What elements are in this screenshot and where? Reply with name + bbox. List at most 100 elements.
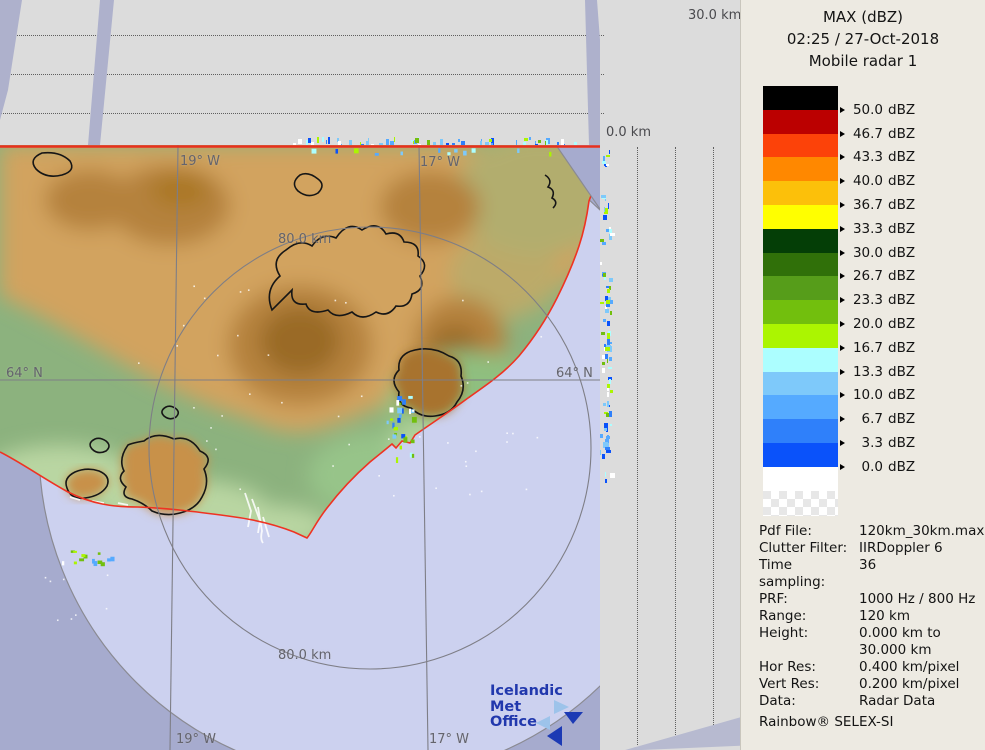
- top-height-profile-panel: 30.0 km 0.0 km: [0, 0, 741, 152]
- echo-speck: [81, 554, 86, 558]
- noise-dot: [62, 578, 65, 581]
- legend-unit: dBZ: [888, 268, 916, 285]
- legend-tick-icon: [840, 416, 845, 423]
- echo-speck: [374, 152, 379, 156]
- legend-unit: dBZ: [888, 387, 916, 404]
- echo-speck: [528, 137, 532, 140]
- echo-speck: [97, 560, 103, 565]
- legend-swatch: [763, 228, 838, 253]
- legend-unit: dBZ: [888, 125, 916, 142]
- echo-speck: [73, 550, 77, 553]
- noise-dot: [281, 401, 283, 404]
- noise-dot: [216, 354, 219, 357]
- metadata-value: Radar Data: [859, 693, 936, 709]
- legend-swatch: [763, 323, 838, 348]
- echo-speck: [609, 389, 613, 393]
- metadata-row: Data: Radar Data: [759, 693, 981, 710]
- legend-color-bar: [763, 86, 838, 516]
- legend-unit: dBZ: [888, 197, 916, 213]
- echo-speck: [402, 399, 406, 405]
- noise-dot: [512, 432, 514, 435]
- legend-swatch: [763, 181, 838, 205]
- echo-speck: [394, 137, 396, 143]
- noise-dot: [44, 576, 47, 579]
- metadata-row: Clutter Filter: IIRDoppler 6: [759, 540, 981, 557]
- echo-speck: [604, 207, 606, 212]
- noise-dot: [137, 362, 140, 364]
- metadata-value: 0.400 km/pixel: [859, 659, 960, 675]
- meridian-label-19w-bottom: 19° W: [176, 732, 217, 747]
- legend-entry: 40.0 dBZ: [838, 173, 915, 189]
- noise-dot: [393, 494, 395, 497]
- metadata-label: Time sampling:: [759, 557, 826, 590]
- legend-value: 16.7: [852, 339, 883, 356]
- legend-tick-icon: [840, 463, 845, 470]
- echo-speck: [97, 552, 101, 555]
- echo-speck: [311, 148, 317, 154]
- echo-speck: [409, 408, 412, 415]
- legend-tick-icon: [840, 130, 845, 137]
- echo-speck: [549, 151, 552, 157]
- metadata-value: IIRDoppler 6: [859, 540, 943, 556]
- echo-speck: [600, 434, 603, 439]
- echo-speck: [390, 418, 393, 421]
- echo-speck: [609, 232, 615, 236]
- echo-speck: [396, 400, 400, 406]
- noise-dot: [487, 361, 489, 363]
- echo-speck: [335, 148, 339, 154]
- legend-value: 0.0: [861, 458, 883, 475]
- noise-dot: [480, 490, 483, 493]
- echo-speck: [606, 449, 611, 454]
- echo-speck: [608, 228, 613, 233]
- legend-tick-icon: [840, 440, 845, 446]
- echo-speck: [392, 434, 397, 439]
- echo-speck: [605, 308, 609, 313]
- echo-speck: [600, 194, 606, 198]
- legend-swatch: [763, 133, 838, 158]
- noise-dot: [221, 415, 223, 417]
- echo-speck: [609, 278, 613, 283]
- noise-dot: [337, 415, 340, 418]
- noise-dot: [239, 291, 242, 293]
- echo-speck: [471, 148, 476, 153]
- legend-entry: 46.7 dBZ: [838, 126, 915, 142]
- echo-speck: [600, 262, 603, 266]
- echo-speck: [609, 310, 612, 316]
- legend-entry: 3.3 dBZ: [838, 435, 915, 451]
- legend-tick-icon: [840, 344, 845, 351]
- legend-value: 23.3: [852, 292, 883, 309]
- echo-speck: [608, 202, 610, 209]
- legend-value: 43.3: [852, 149, 883, 166]
- legend-unit: dBZ: [888, 220, 916, 237]
- echo-speck: [604, 163, 606, 167]
- echo-speck: [463, 150, 467, 156]
- metadata-label: Height:: [759, 625, 809, 641]
- legend-unit: dBZ: [888, 149, 916, 166]
- legend-swatch: [763, 86, 838, 110]
- echo-speck: [397, 417, 401, 423]
- echo-speck: [411, 139, 414, 143]
- legend-tick-icon: [840, 202, 845, 208]
- latitude-label-west: 64° N: [6, 366, 43, 381]
- echo-speck: [603, 402, 607, 407]
- product-title: MAX (dBZ): [822, 8, 904, 26]
- noise-dot: [105, 607, 108, 610]
- noise-dot: [267, 354, 270, 356]
- range-ring-label-south: 80.0 km: [278, 648, 332, 663]
- echo-speck: [107, 558, 111, 562]
- legend-swatch: [763, 109, 838, 134]
- legend-entry: 23.3 dBZ: [838, 292, 915, 308]
- echo-speck: [389, 407, 394, 413]
- echo-speck: [606, 412, 610, 417]
- echo-speck: [411, 416, 417, 423]
- noise-dot: [506, 441, 508, 443]
- radar-map-canvas[interactable]: 19° W 17° W 80.0 km 64° N 64° N 80.0 km …: [0, 145, 600, 750]
- legend-tick-icon: [840, 392, 845, 399]
- software-brand-label: Rainbow® SELEX-SI: [759, 714, 894, 730]
- echo-speck: [92, 558, 95, 564]
- echo-speck: [602, 454, 606, 460]
- echo-speck: [605, 285, 610, 289]
- legend-entry: 10.0 dBZ: [838, 387, 915, 403]
- noise-dot: [378, 475, 380, 477]
- legend-tick-icon: [840, 249, 845, 256]
